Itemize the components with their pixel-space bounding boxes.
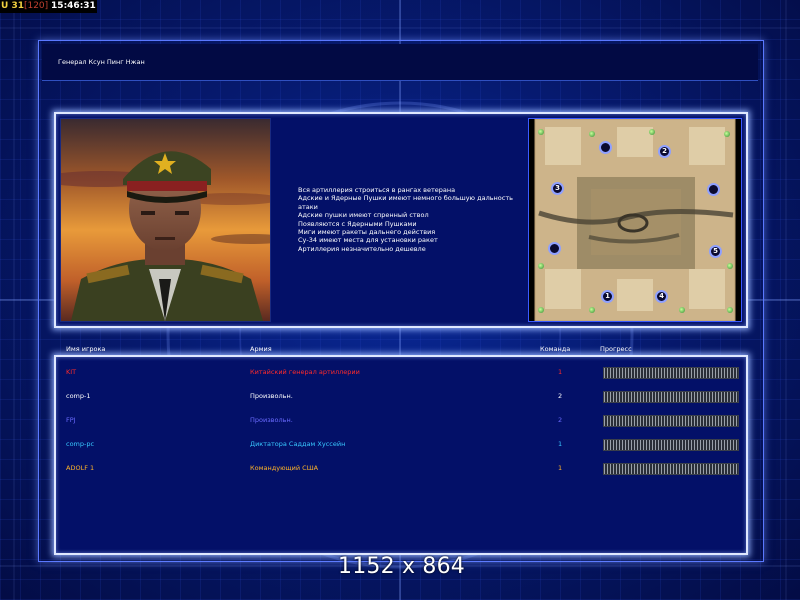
supply-icon xyxy=(589,307,595,313)
start-marker-3[interactable]: 3 xyxy=(551,182,564,195)
player-army: Китайский генерал артиллерии xyxy=(250,368,360,376)
description-line: Адские пушки имеют спренный ствол xyxy=(298,211,429,220)
start-marker-empty-1[interactable] xyxy=(599,141,612,154)
description-line: атаки xyxy=(298,202,318,211)
player-name: ADOLF 1 xyxy=(66,464,95,472)
unit-cap: [120] xyxy=(23,1,49,11)
start-marker-empty-3[interactable] xyxy=(548,242,561,255)
player-row-comp-1: comp-1 Произвольн. 2 xyxy=(58,388,748,404)
supply-icon xyxy=(538,129,544,135)
description-line: Су-34 имеют места для установки ракет xyxy=(298,236,438,245)
supply-icon xyxy=(649,129,655,135)
description-line: Миги имеют ракеты дальнего действия xyxy=(298,228,436,237)
column-header-army: Армия xyxy=(250,345,272,353)
column-header-progress: Прогресс xyxy=(600,345,632,353)
player-army: Диктатора Саддам Хуссейн xyxy=(250,440,346,448)
description-line: Появляются с Ядерными Пушками xyxy=(298,219,417,228)
start-marker-2[interactable]: 2 xyxy=(658,145,671,158)
progress-bar xyxy=(603,367,739,379)
progress-bar xyxy=(603,463,739,475)
supply-icon xyxy=(727,307,733,313)
players-panel xyxy=(54,355,748,555)
unit-count: U 31 xyxy=(1,1,24,11)
supply-icon xyxy=(679,307,685,313)
supply-icon xyxy=(724,131,730,137)
general-portrait xyxy=(60,118,271,322)
player-name: comp-1 xyxy=(66,392,91,400)
hud-status: U 31[120] 15:46:31 xyxy=(0,0,97,13)
player-row-adolf-1: ADOLF 1 Командующий США 1 xyxy=(58,460,748,476)
description-line: Вся артиллерия строиться в рангах ветера… xyxy=(298,186,456,194)
player-team: 1 xyxy=(558,368,563,376)
start-marker-4[interactable]: 4 xyxy=(655,290,668,303)
start-marker-1[interactable]: 1 xyxy=(601,290,614,303)
minimap[interactable]: 2 3 5 1 4 xyxy=(528,118,742,322)
supply-icon xyxy=(589,131,595,137)
player-team: 1 xyxy=(558,440,563,448)
resolution-overlay: 1152 x 864 xyxy=(338,554,465,579)
player-team: 1 xyxy=(558,464,563,472)
supply-icon xyxy=(538,263,544,269)
player-name: comp-pc xyxy=(66,440,95,448)
player-row-fpj: FPJ Произвольн. 2 xyxy=(58,412,748,428)
start-marker-empty-2[interactable] xyxy=(707,183,720,196)
player-army: Произвольн. xyxy=(250,416,293,424)
player-team: 2 xyxy=(558,416,563,424)
start-marker-5[interactable]: 5 xyxy=(709,245,722,258)
player-team: 2 xyxy=(558,392,563,400)
player-army: Командующий США xyxy=(250,464,319,472)
player-name: KIT xyxy=(66,368,77,376)
column-header-team: Команда xyxy=(540,345,571,353)
clock: 15:46:31 xyxy=(51,1,96,11)
general-description: Вся артиллерия строиться в рангах ветера… xyxy=(298,186,520,253)
general-title: Генерал Ксун Пинг Нжан xyxy=(58,58,145,66)
progress-bar xyxy=(603,391,739,403)
player-row-comp-pc: comp-pc Диктатора Саддам Хуссейн 1 xyxy=(58,436,748,452)
progress-bar xyxy=(603,415,739,427)
description-line: Адские и Ядерные Пушки имеют немного бол… xyxy=(298,194,513,203)
title-bar xyxy=(42,44,758,81)
progress-bar xyxy=(603,439,739,451)
player-army: Произвольн. xyxy=(250,392,293,400)
minimap-terrain xyxy=(529,119,741,321)
loading-screen: Генерал Ксун Пинг Нжан U 31[120] 15:46:3… xyxy=(0,0,800,600)
description-line: Артиллерия незначительно дешевле xyxy=(298,244,426,253)
supply-icon xyxy=(538,307,544,313)
supply-icon xyxy=(727,263,733,269)
player-name: FPJ xyxy=(66,416,76,424)
player-row-kit: KIT Китайский генерал артиллерии 1 xyxy=(58,364,748,380)
column-header-player: Имя игрока xyxy=(66,345,106,353)
